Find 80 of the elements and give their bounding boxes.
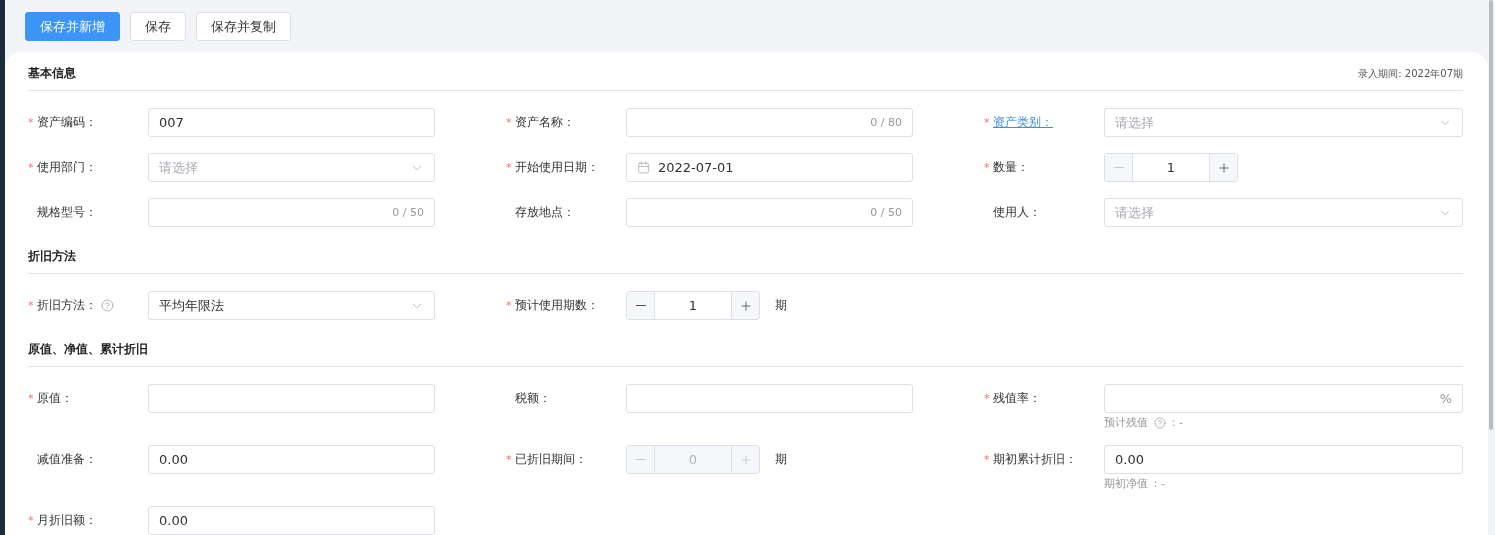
character-count: 0 / 80 <box>870 116 902 129</box>
section-title: 原值、净值、累计折旧 <box>28 341 148 358</box>
decrement-button[interactable] <box>627 292 655 319</box>
calendar-icon <box>637 161 650 174</box>
input-value: 0.00 <box>159 452 189 467</box>
character-count: 0 / 50 <box>392 206 424 219</box>
date-value: 2022-07-01 <box>658 160 735 175</box>
required-mark: * <box>506 299 512 312</box>
required-mark: * <box>28 299 34 312</box>
percent-suffix: % <box>1439 391 1452 406</box>
unit-label: 期 <box>775 451 787 468</box>
hint-value: ：- <box>1150 476 1165 491</box>
text-input[interactable] <box>148 384 435 413</box>
toolbar-button[interactable]: 保存 <box>130 12 186 41</box>
required-mark: * <box>984 116 990 129</box>
text-input[interactable]: 007 <box>148 108 435 137</box>
date-input[interactable]: 2022-07-01 <box>626 153 913 182</box>
text-input[interactable]: 0.00 <box>148 506 435 535</box>
toolbar-button[interactable]: 保存并复制 <box>196 12 291 41</box>
required-mark: * <box>506 453 512 466</box>
required-mark: * <box>984 453 990 466</box>
stepper-value: 1 <box>1165 159 1177 177</box>
unit-label: 期 <box>775 297 787 314</box>
text-input[interactable]: 0.00 <box>1104 445 1463 474</box>
hint-value: ：- <box>1168 415 1183 430</box>
required-mark: * <box>984 161 990 174</box>
field-label: 原值： <box>37 390 73 407</box>
select-placeholder: 请选择 <box>1115 203 1155 222</box>
field-label: 使用部门： <box>37 159 97 176</box>
field-label: 资产名称： <box>515 114 575 131</box>
minus-icon <box>1113 166 1124 169</box>
required-mark: * <box>28 392 34 405</box>
section-title: 基本信息 <box>28 65 76 82</box>
field-label: 开始使用日期： <box>515 159 599 176</box>
select-field[interactable]: 平均年限法 <box>148 291 435 320</box>
field-label: 使用人： <box>993 204 1041 221</box>
scrollbar-thumb[interactable] <box>1489 0 1493 430</box>
increment-button[interactable] <box>731 292 759 319</box>
text-input[interactable] <box>626 384 913 413</box>
hint-label: 期初净值 <box>1104 476 1148 491</box>
required-mark: * <box>506 116 512 129</box>
plus-icon <box>738 452 753 467</box>
select-placeholder: 请选择 <box>159 158 199 177</box>
required-mark: * <box>984 392 990 405</box>
input-value: 007 <box>159 115 185 130</box>
field-label-link[interactable]: 资产类别： <box>993 114 1053 131</box>
stepper-value: 0 <box>687 451 699 469</box>
field-label: 存放地点： <box>515 204 575 221</box>
field-label: 已折旧期间： <box>515 451 587 468</box>
field-label: 月折旧额： <box>37 512 97 529</box>
increment-button[interactable] <box>1209 154 1237 181</box>
field-label: 资产编码： <box>37 114 97 131</box>
entry-period: 录入期间: 2022年07期 <box>1358 66 1463 81</box>
field-label: 期初累计折旧： <box>993 451 1077 468</box>
field-label: 数量： <box>993 159 1029 176</box>
required-mark: * <box>506 161 512 174</box>
minus-icon <box>635 458 646 461</box>
number-stepper[interactable]: 1 <box>626 291 760 320</box>
field-label: 预计使用期数： <box>515 297 599 314</box>
field-label: 残值率： <box>993 390 1041 407</box>
required-mark: * <box>28 161 34 174</box>
field-label: 折旧方法： <box>37 297 97 314</box>
plus-icon <box>738 298 753 313</box>
text-input[interactable]: 0.00 <box>148 445 435 474</box>
section-title: 折旧方法 <box>28 248 76 265</box>
field-label: 规格型号： <box>37 204 97 221</box>
select-value: 平均年限法 <box>159 296 225 315</box>
hint-label: 预计残值 <box>1104 415 1148 430</box>
minus-icon <box>635 304 646 307</box>
input-value: 0.00 <box>1115 452 1145 467</box>
stepper-value: 1 <box>687 297 699 315</box>
required-mark: * <box>28 514 34 527</box>
input-value: 0.00 <box>159 513 189 528</box>
plus-icon <box>1216 160 1231 175</box>
character-count: 0 / 50 <box>870 206 902 219</box>
select-placeholder: 请选择 <box>1115 113 1155 132</box>
field-label: 减值准备： <box>37 451 97 468</box>
number-stepper[interactable]: 1 <box>1104 153 1238 182</box>
required-mark: * <box>28 116 34 129</box>
field-label: 税额： <box>515 390 551 407</box>
